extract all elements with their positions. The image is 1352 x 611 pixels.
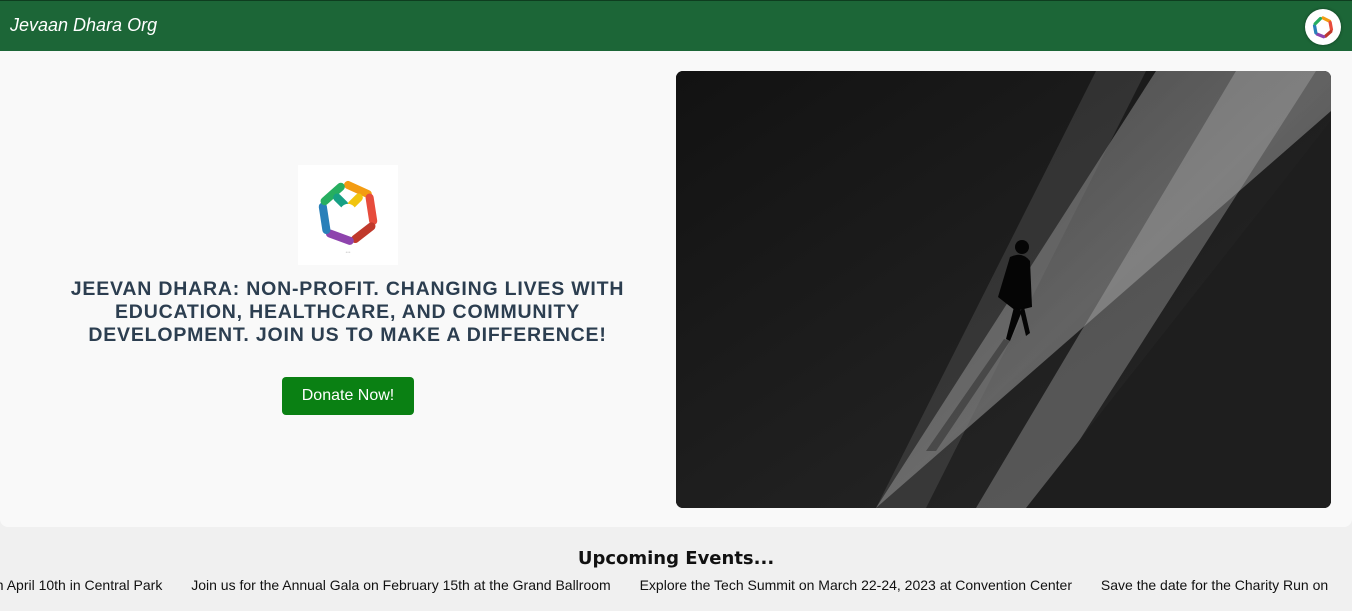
organization-logo-icon[interactable] xyxy=(1305,9,1341,45)
events-ticker-track: on April 10th in Central Park Join us fo… xyxy=(0,577,1331,593)
organization-logo-icon: ••• xyxy=(298,165,398,265)
event-item[interactable]: Join us for the Annual Gala on February … xyxy=(191,577,610,593)
top-navbar: Jevaan Dhara Org xyxy=(0,0,1352,51)
event-item[interactable]: Explore the Tech Summit on March 22-24, … xyxy=(640,577,1072,593)
donate-button[interactable]: Donate Now! xyxy=(282,377,414,415)
hero-section: ••• JEEVAN DHARA: NON-PROFIT. CHANGING L… xyxy=(0,51,1352,527)
hero-text-panel: ••• JEEVAN DHARA: NON-PROFIT. CHANGING L… xyxy=(0,51,676,527)
upcoming-events-section: Upcoming Events... on April 10th in Cent… xyxy=(0,527,1352,611)
hero-tagline: JEEVAN DHARA: NON-PROFIT. CHANGING LIVES… xyxy=(70,278,625,346)
events-ticker: on April 10th in Central Park Join us fo… xyxy=(0,577,1331,597)
site-title[interactable]: Jevaan Dhara Org xyxy=(10,15,157,36)
event-item[interactable]: on April 10th in Central Park xyxy=(0,577,162,593)
event-item[interactable]: Save the date for the Charity Run on xyxy=(1101,577,1328,593)
hero-photo xyxy=(676,71,1331,508)
logo-caption: ••• xyxy=(345,250,351,254)
events-heading: Upcoming Events... xyxy=(577,548,775,569)
